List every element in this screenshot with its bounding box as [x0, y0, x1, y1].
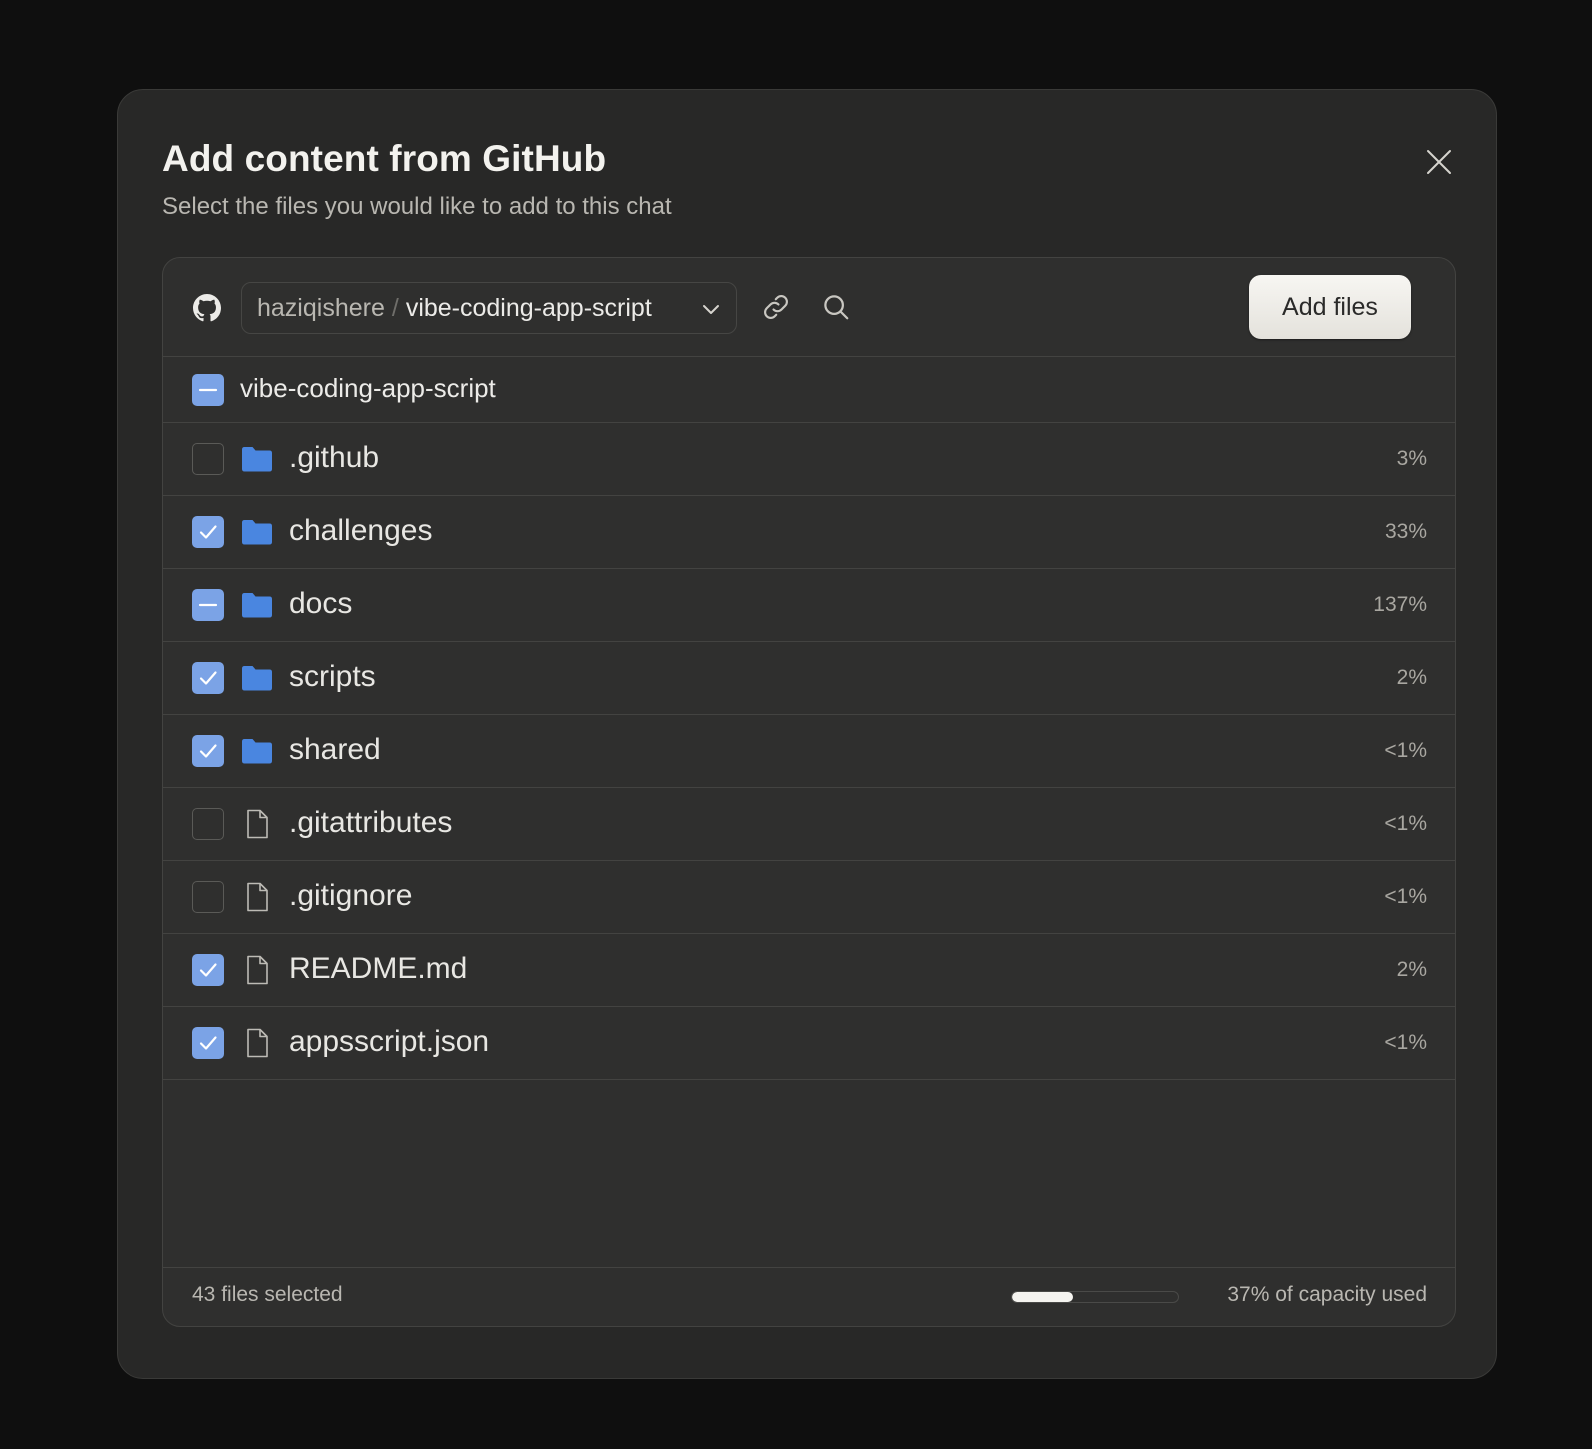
github-icon [193, 294, 221, 322]
item-percent: <1% [1384, 812, 1427, 835]
list-item[interactable]: .gitattributes <1% [163, 788, 1455, 861]
search-icon[interactable] [821, 292, 851, 322]
item-name: appsscript.json [289, 1025, 490, 1058]
toolbar: haziqishere / vibe-coding-app-script Add… [163, 258, 1455, 357]
chevron-down-icon [703, 305, 719, 314]
item-name: README.md [289, 952, 468, 985]
item-name: .github [289, 441, 380, 474]
item-checkbox[interactable] [192, 954, 224, 986]
item-name: .gitignore [289, 879, 413, 912]
folder-icon [242, 520, 272, 545]
list-item[interactable]: .gitignore <1% [163, 861, 1455, 934]
check-icon [199, 1036, 217, 1050]
item-name: scripts [289, 660, 376, 693]
root-checkbox[interactable] [192, 374, 224, 406]
close-icon [1427, 150, 1451, 174]
root-folder-row[interactable]: vibe-coding-app-script [163, 357, 1455, 423]
close-button[interactable] [1415, 138, 1463, 186]
repo-name: vibe-coding-app-script [405, 293, 652, 322]
item-percent: 2% [1396, 666, 1427, 689]
list-item[interactable]: .github 3% [163, 423, 1455, 496]
item-name: .gitattributes [289, 806, 453, 839]
item-percent: 3% [1396, 447, 1427, 470]
item-checkbox[interactable] [192, 808, 224, 840]
file-list: .github 3% challenges 33% docs 137% scripts 2% s… [163, 423, 1455, 1080]
dialog-title: Add content from GitHub [162, 138, 607, 179]
item-percent: 33% [1384, 520, 1427, 543]
folder-icon [242, 593, 272, 618]
item-percent: <1% [1384, 1031, 1427, 1054]
minus-icon [198, 388, 218, 392]
folder-icon [242, 739, 272, 764]
list-item[interactable]: scripts 2% [163, 642, 1455, 715]
file-icon [247, 955, 268, 985]
list-item[interactable]: challenges 33% [163, 496, 1455, 569]
item-name: challenges [289, 514, 433, 547]
file-browser-panel: haziqishere / vibe-coding-app-script Add… [162, 257, 1456, 1327]
list-item[interactable]: README.md 2% [163, 934, 1455, 1007]
item-checkbox[interactable] [192, 1027, 224, 1059]
item-checkbox[interactable] [192, 662, 224, 694]
selected-count: 43 files selected [192, 1283, 343, 1306]
item-checkbox[interactable] [192, 735, 224, 767]
item-percent: <1% [1384, 885, 1427, 908]
item-checkbox[interactable] [192, 881, 224, 913]
item-checkbox[interactable] [192, 589, 224, 621]
file-icon [247, 1028, 268, 1058]
list-item[interactable]: docs 137% [163, 569, 1455, 642]
item-name: docs [289, 587, 353, 620]
link-icon[interactable] [761, 292, 791, 322]
capacity-text: 37% of capacity used [1227, 1283, 1427, 1306]
add-content-dialog: Add content from GitHub Select the files… [117, 89, 1497, 1379]
item-percent: 2% [1396, 958, 1427, 981]
dialog-subtitle: Select the files you would like to add t… [162, 193, 672, 220]
capacity-fill [1012, 1292, 1074, 1302]
check-icon [199, 963, 217, 977]
item-percent: <1% [1384, 739, 1427, 762]
item-name: shared [289, 733, 381, 766]
item-percent: 137% [1373, 593, 1427, 616]
item-checkbox[interactable] [192, 516, 224, 548]
check-icon [199, 525, 217, 539]
check-icon [199, 744, 217, 758]
add-files-button[interactable]: Add files [1249, 275, 1411, 339]
item-checkbox[interactable] [192, 443, 224, 475]
file-icon [247, 882, 268, 912]
folder-icon [242, 666, 272, 691]
minus-icon [198, 603, 218, 607]
file-icon [247, 809, 268, 839]
capacity-bar [1011, 1291, 1179, 1303]
list-item[interactable]: appsscript.json <1% [163, 1007, 1455, 1080]
root-folder-name: vibe-coding-app-script [240, 373, 496, 403]
list-item[interactable]: shared <1% [163, 715, 1455, 788]
repo-separator: / [391, 293, 399, 322]
repo-selector[interactable]: haziqishere / vibe-coding-app-script [241, 282, 737, 334]
footer: 43 files selected 37% of capacity used [163, 1267, 1455, 1326]
check-icon [199, 671, 217, 685]
repo-owner: haziqishere [257, 293, 385, 322]
folder-icon [242, 447, 272, 472]
